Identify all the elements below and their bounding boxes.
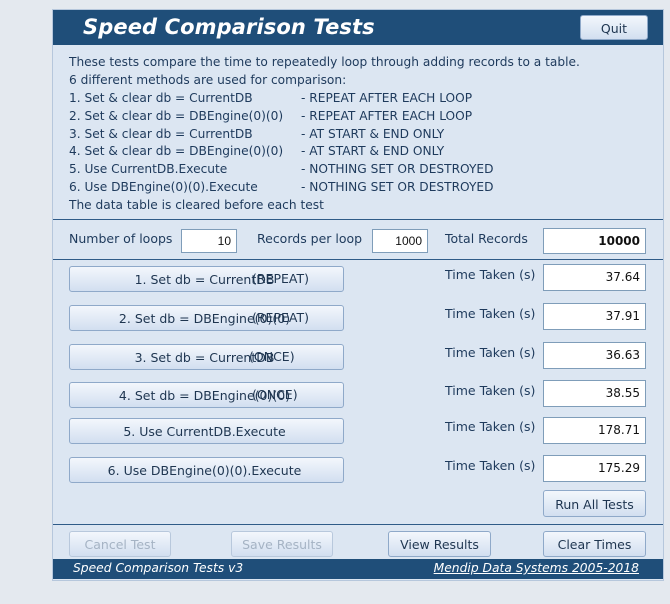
method-description: - AT START & END ONLY	[301, 126, 445, 141]
time-taken-label: Time Taken (s)	[445, 267, 536, 282]
total-records-value: 10000	[543, 228, 646, 254]
intro-line: 6 different methods are used for compari…	[69, 72, 347, 87]
method-description: - NOTHING SET OR DESTROYED	[301, 180, 494, 195]
time-taken-value: 178.71	[543, 417, 646, 444]
divider	[53, 524, 663, 525]
method-label: 4. Set & clear db = DBEngine(0)(0)	[69, 144, 284, 159]
save-results-button[interactable]: Save Results	[231, 531, 333, 557]
form-footer: Speed Comparison Tests v3 Mendip Data Sy…	[53, 559, 663, 579]
divider	[53, 259, 663, 260]
test-3-button[interactable]: 3. Set db = CurrentDB (ONCE)	[69, 344, 344, 370]
method-description: - REPEAT AFTER EACH LOOP	[301, 108, 473, 123]
run-all-tests-button[interactable]: Run All Tests	[543, 490, 646, 517]
method-description: - AT START & END ONLY	[301, 144, 445, 159]
test-mode: (REPEAT)	[252, 271, 309, 286]
quit-button[interactable]: Quit	[580, 15, 648, 40]
method-label: 2. Set & clear db = DBEngine(0)(0)	[69, 108, 284, 123]
time-taken-label: Time Taken (s)	[445, 345, 536, 360]
time-taken-value: 36.63	[543, 342, 646, 369]
method-row: 5. Use CurrentDB.Execute - NOTHING SET O…	[69, 161, 654, 179]
records-label: Records per loop	[257, 231, 363, 246]
form-title: Speed Comparison Tests	[83, 15, 375, 39]
test-2-button[interactable]: 2. Set db = DBEngine(0)(0) (REPEAT)	[69, 305, 344, 331]
divider	[53, 219, 663, 220]
method-label: 3. Set & clear db = CurrentDB	[69, 126, 253, 141]
test-5-button[interactable]: 5. Use CurrentDB.Execute	[69, 418, 344, 444]
method-label: 1. Set & clear db = CurrentDB	[69, 90, 253, 105]
test-6-button[interactable]: 6. Use DBEngine(0)(0).Execute	[69, 457, 344, 483]
method-label: 5. Use CurrentDB.Execute	[69, 162, 228, 177]
loops-label: Number of loops	[69, 231, 173, 246]
copyright-link[interactable]: Mendip Data Systems 2005-2018	[434, 561, 639, 575]
time-taken-label: Time Taken (s)	[445, 383, 536, 398]
test-mode: (ONCE)	[249, 349, 295, 364]
time-taken-value: 37.64	[543, 264, 646, 291]
test-mode: (REPEAT)	[252, 310, 309, 325]
method-row: 3. Set & clear db = CurrentDB - AT START…	[69, 126, 654, 144]
cancel-test-button[interactable]: Cancel Test	[69, 531, 171, 557]
method-description: - NOTHING SET OR DESTROYED	[301, 162, 494, 177]
time-taken-value: 38.55	[543, 380, 646, 407]
method-description: - REPEAT AFTER EACH LOOP	[301, 90, 473, 105]
intro-line: These tests compare the time to repeated…	[69, 55, 580, 69]
total-records-label: Total Records	[445, 231, 528, 246]
time-taken-label: Time Taken (s)	[445, 419, 536, 434]
intro-text: These tests compare the time to repeated…	[69, 54, 654, 215]
test-mode: (ONCE)	[252, 387, 298, 402]
time-taken-value: 37.91	[543, 303, 646, 330]
method-row: 2. Set & clear db = DBEngine(0)(0) - REP…	[69, 108, 654, 126]
time-taken-value: 175.29	[543, 455, 646, 482]
test-4-button[interactable]: 4. Set db = DBEngine(0)(0) (ONCE)	[69, 382, 344, 408]
test-1-button[interactable]: 1. Set db = CurrentDB (REPEAT)	[69, 266, 344, 292]
view-results-button[interactable]: View Results	[388, 531, 491, 557]
test-label: 5. Use CurrentDB.Execute	[123, 424, 286, 439]
loops-input[interactable]	[181, 229, 237, 253]
form-header: Speed Comparison Tests Quit	[53, 10, 663, 45]
test-label: 6. Use DBEngine(0)(0).Execute	[107, 463, 302, 478]
version-text: Speed Comparison Tests v3	[73, 561, 244, 575]
method-label: 6. Use DBEngine(0)(0).Execute	[69, 180, 258, 195]
method-row: 4. Set & clear db = DBEngine(0)(0) - AT …	[69, 143, 654, 161]
method-row: 1. Set & clear db = CurrentDB - REPEAT A…	[69, 90, 654, 108]
clear-times-button[interactable]: Clear Times	[543, 531, 646, 557]
method-row: 6. Use DBEngine(0)(0).Execute - NOTHING …	[69, 179, 654, 197]
time-taken-label: Time Taken (s)	[445, 306, 536, 321]
intro-line: The data table is cleared before each te…	[69, 198, 324, 213]
records-input[interactable]	[372, 229, 428, 253]
speed-test-form: Speed Comparison Tests Quit These tests …	[52, 9, 664, 581]
time-taken-label: Time Taken (s)	[445, 458, 536, 473]
